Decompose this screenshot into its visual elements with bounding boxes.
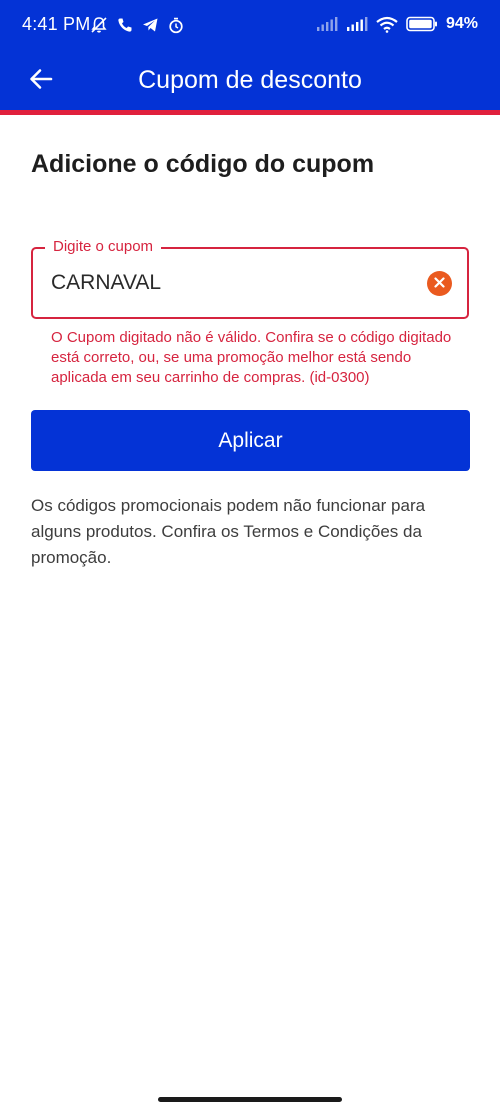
coupon-screen: 4:41 PM 94% Cupom de desconto Adicione o…	[0, 0, 500, 1111]
coupon-field-label: Digite o cupom	[45, 238, 162, 255]
status-notification-icons	[90, 14, 184, 36]
header-accent-line	[0, 110, 500, 115]
signal-icon	[346, 16, 368, 32]
section-heading: Adicione o código do cupom	[31, 150, 375, 178]
alarm-icon	[168, 17, 184, 34]
promo-info-text: Os códigos promocionais podem não funcio…	[31, 496, 426, 567]
page-title: Cupom de desconto	[138, 66, 362, 94]
coupon-error-message: O Cupom digitado não é válido. Confira s…	[51, 329, 452, 386]
status-system-icons: 94%	[316, 13, 478, 35]
apply-button[interactable]: Aplicar	[31, 410, 470, 471]
muted-bell-icon	[90, 16, 108, 34]
status-bar: 4:41 PM 94%	[0, 0, 500, 50]
close-icon	[434, 275, 445, 293]
coupon-input[interactable]	[51, 266, 411, 300]
phone-icon	[117, 17, 133, 33]
app-bar: Cupom de desconto	[0, 50, 500, 110]
home-indicator[interactable]	[158, 1097, 342, 1102]
wifi-icon	[376, 16, 398, 33]
telegram-icon	[142, 17, 159, 33]
clear-input-button[interactable]	[427, 271, 452, 296]
signal-icon	[316, 16, 338, 32]
battery-percent: 94%	[445, 15, 478, 32]
status-time: 4:41 PM	[22, 14, 91, 34]
battery-icon	[406, 16, 438, 32]
coupon-field[interactable]: Digite o cupom	[31, 238, 469, 319]
main-content: Adicione o código do cupom Digite o cupo…	[31, 150, 471, 567]
